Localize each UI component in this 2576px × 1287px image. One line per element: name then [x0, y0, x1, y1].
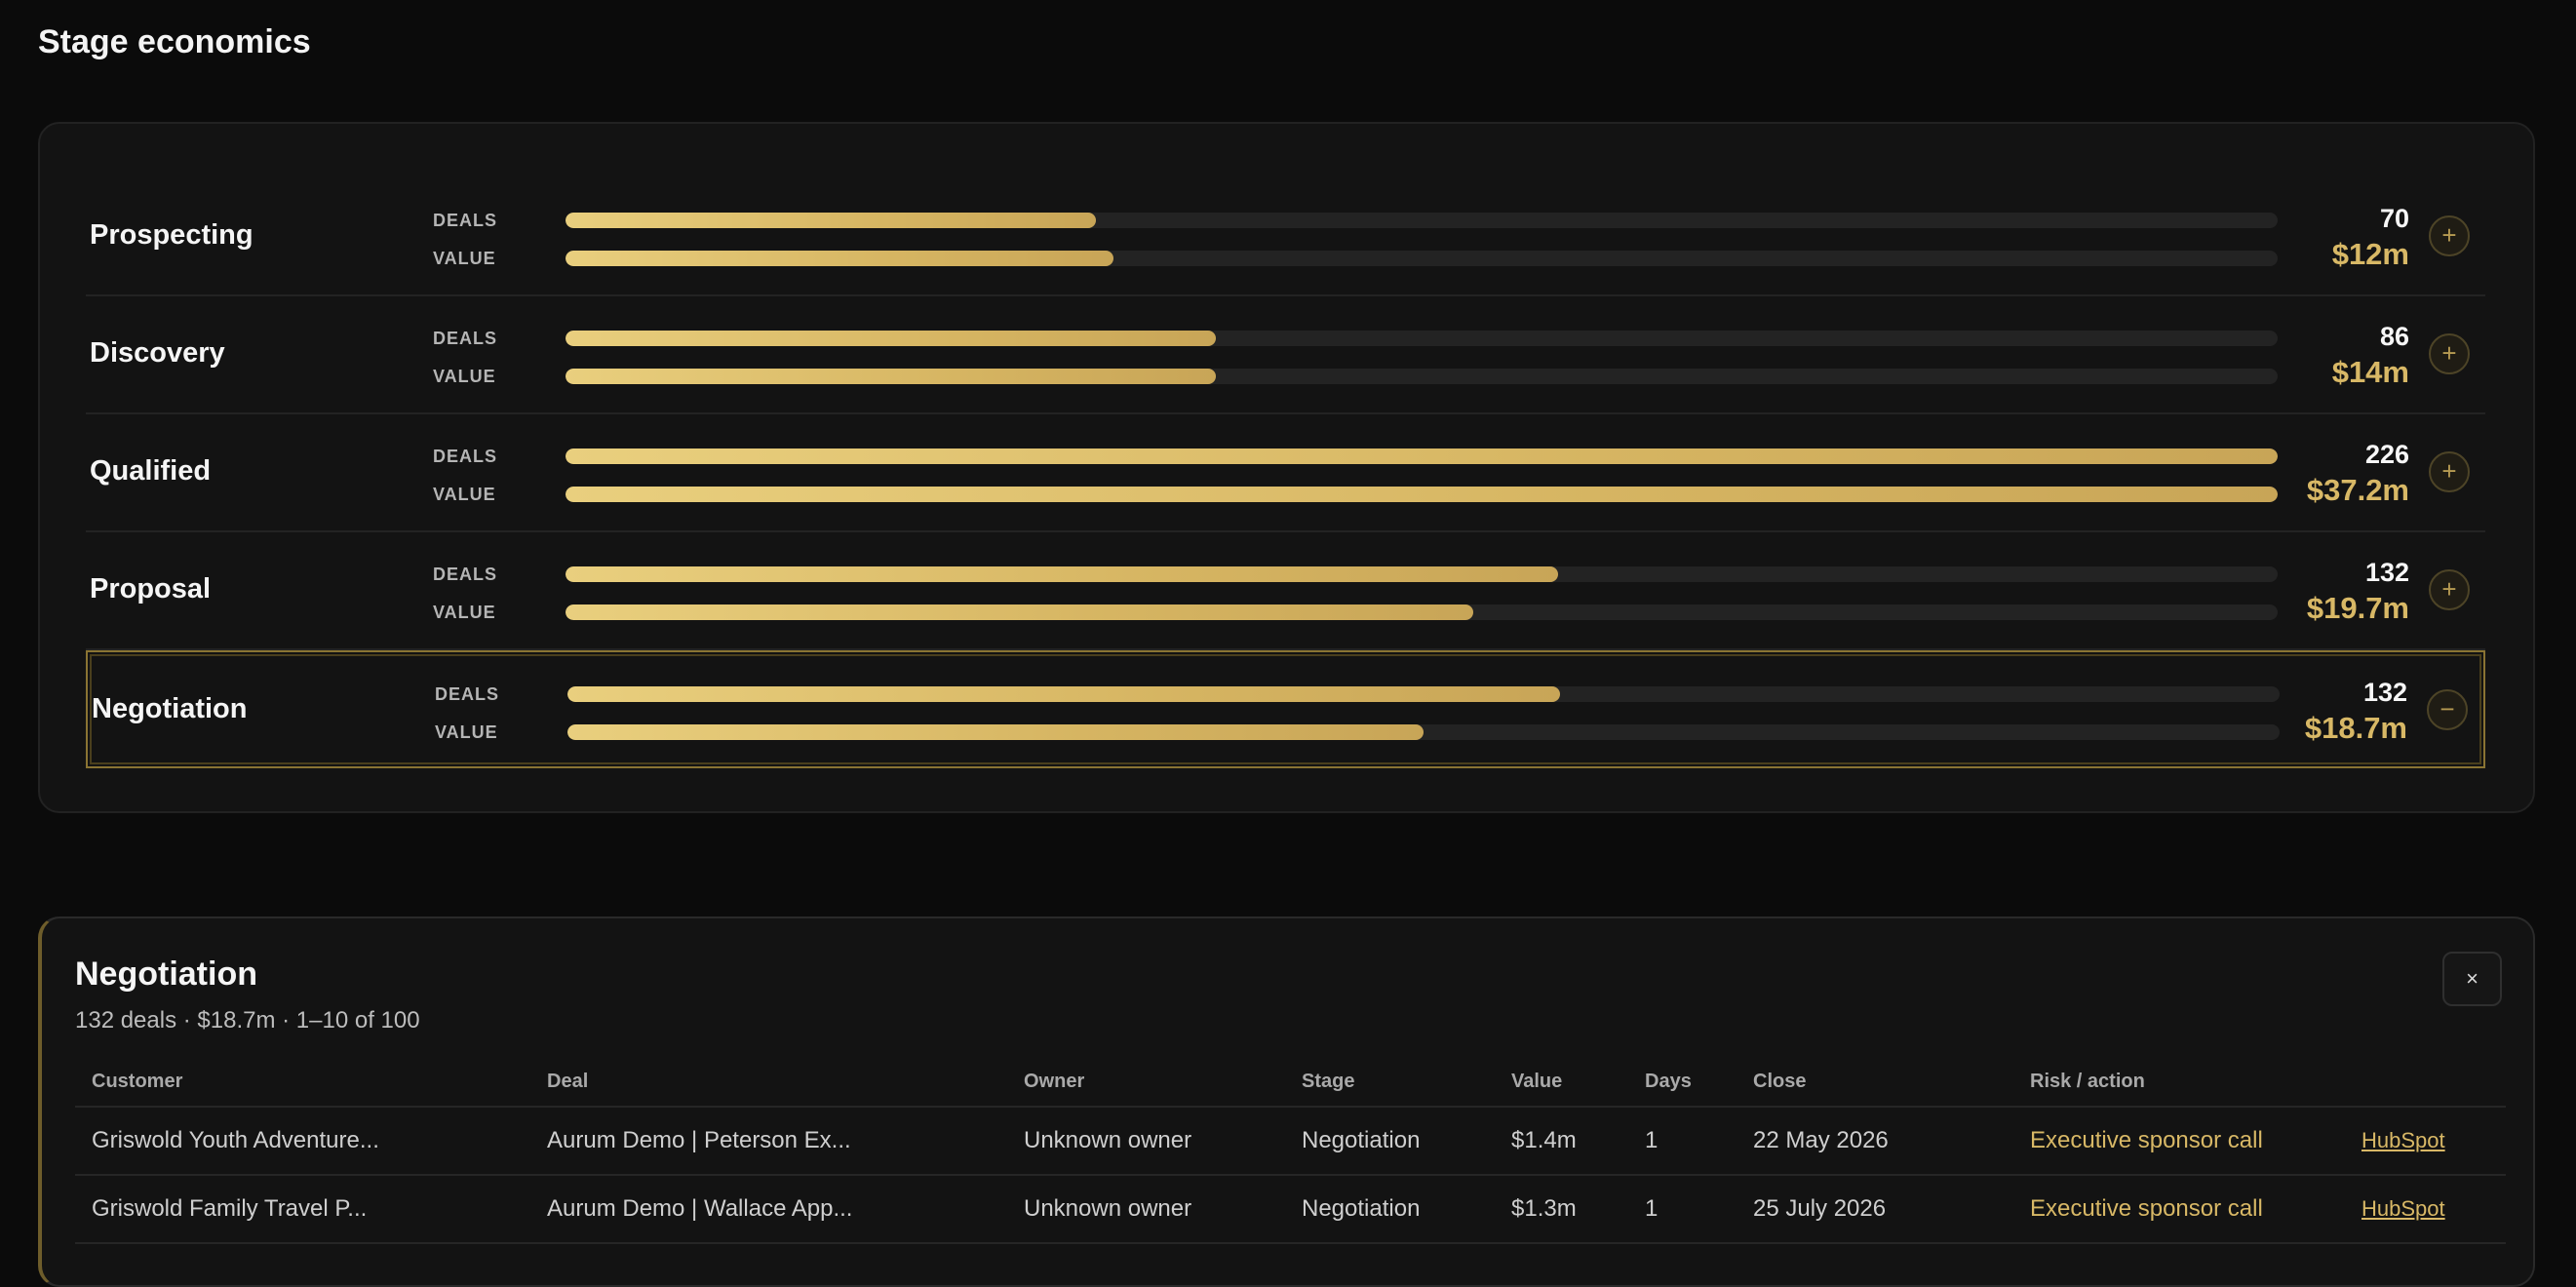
value-amount: $37.2m [2306, 473, 2409, 507]
value-bar-fill [566, 487, 2278, 502]
value-label: VALUE [433, 249, 496, 268]
value-label: VALUE [433, 367, 496, 386]
detail-title: Negotiation [75, 956, 257, 993]
page-title: Stage economics [38, 23, 311, 60]
stage-row-negotiation[interactable]: Negotiation DEALS VALUE 132 $18.7m − [86, 650, 2485, 768]
stage-cell: Negotiation [1302, 1127, 1421, 1153]
deals-bar-fill [566, 566, 1559, 582]
deals-count: 70 [2379, 204, 2409, 233]
value-bar-fill [566, 604, 1473, 620]
value-bar-track [566, 369, 2278, 384]
deals-label: DEALS [433, 211, 498, 230]
deals-count: 226 [2364, 440, 2409, 469]
value-label: VALUE [433, 485, 496, 504]
value-bar-track [566, 487, 2278, 502]
value-bar-fill [566, 369, 1217, 384]
close-date-cell: 25 July 2026 [1753, 1195, 1887, 1222]
expand-button[interactable]: + [2429, 333, 2470, 374]
column-header-customer[interactable]: Customer [92, 1057, 182, 1106]
deals-bar-track [566, 566, 2278, 582]
days-cell: 1 [1645, 1195, 1659, 1222]
deals-table: Customer Deal Owner Stage Value Days Clo… [75, 1057, 2506, 1244]
table-header: Customer Deal Owner Stage Value Days Clo… [75, 1057, 2506, 1108]
value-bar-track [567, 724, 2280, 740]
owner-cell: Unknown owner [1024, 1195, 1192, 1222]
deal-cell: Aurum Demo | Wallace App... [547, 1195, 853, 1222]
value-label: VALUE [433, 603, 496, 622]
deals-label: DEALS [433, 447, 498, 466]
stage-name: Prospecting [90, 219, 254, 251]
column-header-days[interactable]: Days [1645, 1057, 1692, 1106]
stage-cell: Negotiation [1302, 1195, 1421, 1222]
column-header-risk[interactable]: Risk / action [2030, 1057, 2145, 1106]
value-label: VALUE [435, 722, 498, 742]
deals-bar-fill [567, 686, 1561, 702]
stage-name: Qualified [90, 455, 212, 487]
expand-button[interactable]: + [2429, 215, 2470, 256]
customer-cell: Griswold Youth Adventure... [92, 1127, 379, 1153]
stage-economics-card: Prospecting DEALS VALUE 70 $12m + Discov… [38, 122, 2535, 813]
customer-cell: Griswold Family Travel P... [92, 1195, 368, 1222]
column-header-value[interactable]: Value [1511, 1057, 1562, 1106]
deals-count: 86 [2379, 322, 2409, 351]
deals-bar-track [566, 448, 2278, 464]
deals-bar-track [566, 213, 2278, 228]
value-amount: $12m [2331, 237, 2409, 271]
value-amount: $19.7m [2306, 591, 2409, 625]
value-bar-fill [567, 724, 1424, 740]
deals-count: 132 [2362, 678, 2407, 707]
hubspot-link[interactable]: HubSpot [2361, 1176, 2445, 1242]
hubspot-link[interactable]: HubSpot [2361, 1108, 2445, 1174]
value-bar-track [566, 604, 2278, 620]
value-amount: $14m [2331, 355, 2409, 389]
table-row[interactable]: Griswold Family Travel P... Aurum Demo |… [75, 1176, 2506, 1244]
deals-bar-fill [566, 213, 1097, 228]
stage-row-prospecting[interactable]: Prospecting DEALS VALUE 70 $12m + [86, 178, 2485, 296]
value-amount: $18.7m [2304, 711, 2407, 745]
stage-detail-panel: Negotiation 132 deals · $18.7m · 1–10 of… [38, 916, 2535, 1287]
deal-cell: Aurum Demo | Peterson Ex... [547, 1127, 851, 1153]
risk-action-cell: Executive sponsor call [2030, 1127, 2263, 1153]
stage-list: Prospecting DEALS VALUE 70 $12m + Discov… [86, 178, 2485, 768]
days-cell: 1 [1645, 1127, 1659, 1153]
stage-name: Negotiation [92, 693, 248, 724]
table-row[interactable]: Griswold Youth Adventure... Aurum Demo |… [75, 1108, 2506, 1176]
stage-name: Proposal [90, 573, 212, 604]
collapse-button[interactable]: − [2427, 689, 2468, 730]
close-date-cell: 22 May 2026 [1753, 1127, 1889, 1153]
stage-row-qualified[interactable]: Qualified DEALS VALUE 226 $37.2m + [86, 414, 2485, 532]
detail-summary: 132 deals · $18.7m · 1–10 of 100 [75, 1007, 420, 1034]
column-header-deal[interactable]: Deal [547, 1057, 588, 1106]
deals-label: DEALS [433, 329, 498, 348]
deals-bar-fill [566, 331, 1217, 346]
stage-row-discovery[interactable]: Discovery DEALS VALUE 86 $14m + [86, 296, 2485, 414]
close-button[interactable]: × [2442, 952, 2502, 1006]
deals-label: DEALS [433, 565, 498, 584]
expand-button[interactable]: + [2429, 451, 2470, 492]
deals-bar-track [566, 331, 2278, 346]
value-bar-track [566, 251, 2278, 266]
deals-label: DEALS [435, 684, 500, 704]
value-cell: $1.4m [1511, 1127, 1577, 1153]
owner-cell: Unknown owner [1024, 1127, 1192, 1153]
stage-name: Discovery [90, 337, 225, 369]
column-header-close[interactable]: Close [1753, 1057, 1806, 1106]
stage-row-proposal[interactable]: Proposal DEALS VALUE 132 $19.7m + [86, 532, 2485, 650]
value-bar-fill [566, 251, 1113, 266]
deals-bar-track [567, 686, 2280, 702]
column-header-stage[interactable]: Stage [1302, 1057, 1354, 1106]
risk-action-cell: Executive sponsor call [2030, 1195, 2263, 1222]
expand-button[interactable]: + [2429, 569, 2470, 610]
deals-count: 132 [2364, 558, 2409, 587]
value-cell: $1.3m [1511, 1195, 1577, 1222]
deals-bar-fill [566, 448, 2278, 464]
column-header-owner[interactable]: Owner [1024, 1057, 1084, 1106]
